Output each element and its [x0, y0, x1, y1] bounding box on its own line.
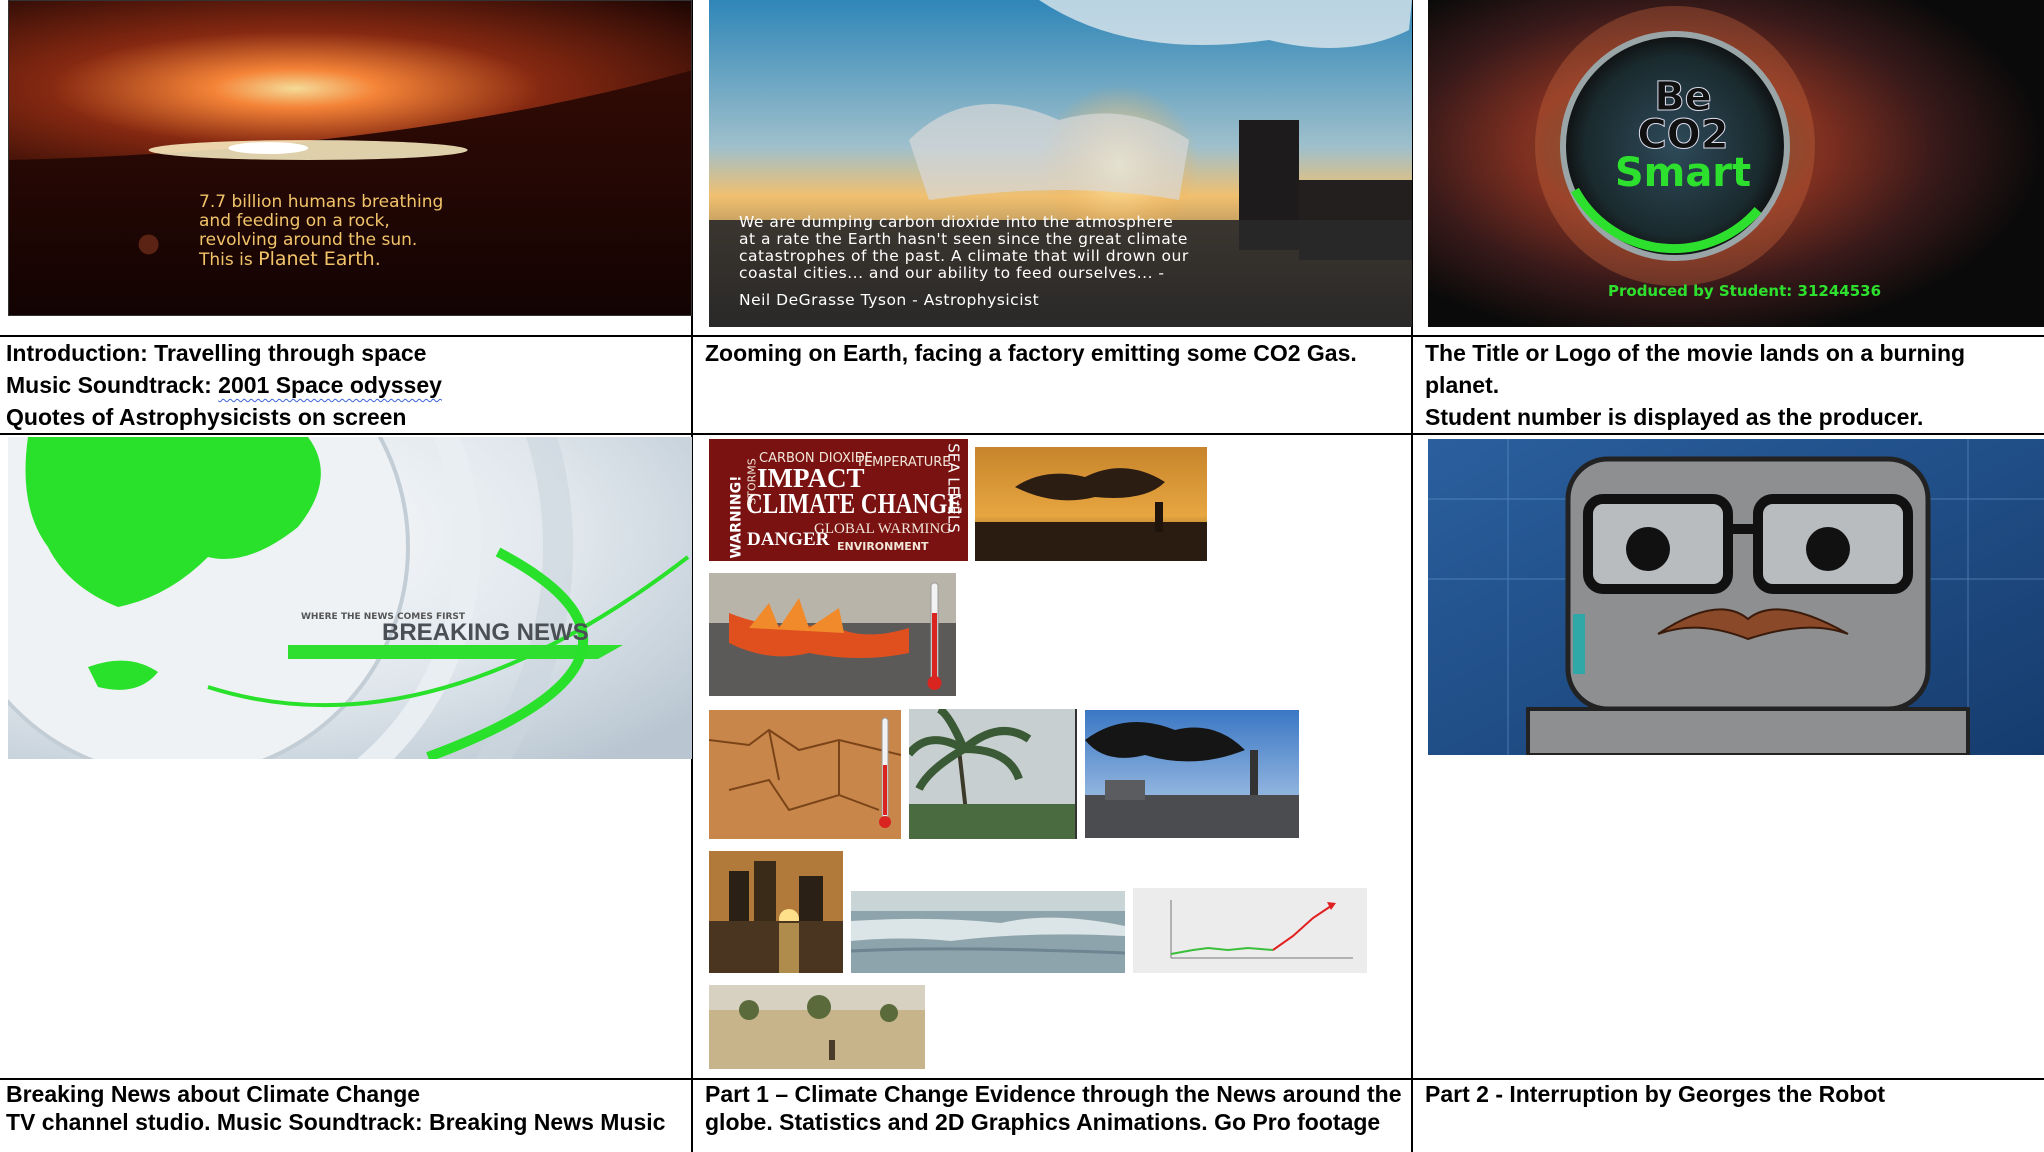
factory-quote-author: Neil DeGrasse Tyson - Astrophysicist — [739, 291, 1040, 309]
caption-line: TV channel studio. Music Soundtrack: Bre… — [6, 1109, 666, 1135]
sea-waves-image — [851, 891, 1125, 973]
statistics-chart-image — [1133, 888, 1367, 973]
wildfire-thermometer-image — [709, 573, 956, 696]
factory-quote: We are dumping carbon dioxide into the a… — [739, 214, 1189, 309]
factory-quote-line: at a rate the Earth hasn't seen since th… — [739, 230, 1188, 248]
breaking-news-frame: WHERE THE NEWS COMES FIRST BREAKING NEWS — [8, 437, 692, 759]
wordcloud-temperature: TEMPERATURE — [856, 455, 951, 470]
intro-overlay-text: 7.7 billion humans breathing and feeding… — [199, 193, 443, 270]
coal-plant-image — [1085, 710, 1299, 838]
logo-planet-frame: Be CO2 Smart Produced by Student: 312445… — [1428, 0, 2044, 327]
factory-sunset-frame: We are dumping carbon dioxide into the a… — [709, 0, 1412, 327]
logo-line-be: Be — [1654, 74, 1713, 120]
caption-line: Introduction: Travelling through space — [6, 340, 427, 366]
caption-part1: Part 1 – Climate Change Evidence through… — [705, 1080, 1402, 1136]
caption-line: Student number is displayed as the produ… — [1425, 404, 1924, 430]
caption-line: planet. — [1425, 372, 1500, 398]
wordcloud-environment: ENVIRONMENT — [837, 540, 929, 553]
caption-line-prefix: Music Soundtrack: — [6, 372, 219, 398]
caption-line: Zooming on Earth, facing a factory emitt… — [705, 340, 1357, 366]
wordcloud-global: GLOBAL WARMING — [814, 521, 952, 537]
wordcloud-storms: STORMS — [745, 458, 759, 505]
intro-overlay-line: 7.7 billion humans breathing — [199, 192, 444, 212]
industrial-smoke-image — [975, 447, 1207, 561]
cracked-earth-image — [709, 710, 901, 839]
wordcloud-warning: WARNING! — [728, 475, 745, 559]
caption-part2: Part 2 - Interruption by Georges the Rob… — [1425, 1080, 1885, 1108]
intro-overlay-line: and feeding on a rock, — [199, 211, 390, 231]
logo-text: Be CO2 Smart — [1608, 74, 1758, 196]
caption-intro: Introduction: Travelling through space M… — [6, 337, 442, 433]
caption-line: Breaking News about Climate Change — [6, 1081, 421, 1107]
caption-line: Quotes of Astrophysicists on screen — [6, 404, 407, 430]
wordcloud-danger: DANGER — [747, 529, 830, 550]
soundtrack-title: 2001 Space odyssey — [218, 372, 442, 398]
factory-quote-line: catastrophes of the past. A climate that… — [739, 247, 1189, 265]
logo-line-co2: CO2 — [1637, 112, 1729, 158]
caption-factory: Zooming on Earth, facing a factory emitt… — [705, 337, 1357, 369]
robot-georges-frame — [1428, 439, 2044, 755]
caption-line: Part 2 - Interruption by Georges the Rob… — [1425, 1081, 1886, 1107]
caption-line: globe. Statistics and 2D Graphics Animat… — [705, 1109, 1381, 1135]
producer-text: Produced by Student: 31244536 — [1608, 282, 1882, 300]
caption-line: The Title or Logo of the movie lands on … — [1425, 340, 1966, 366]
drought-village-image — [709, 985, 925, 1069]
wordcloud-climate: CLIMATE CHANGE — [746, 488, 963, 520]
factory-quote-line: coastal cities... and our ability to fee… — [739, 264, 1165, 282]
factory-quote-line: We are dumping carbon dioxide into the a… — [739, 213, 1174, 231]
intro-overlay-prefix: This is — [199, 250, 259, 270]
caption-breaking-news: Breaking News about Climate Change TV ch… — [6, 1080, 665, 1136]
news-big-text: BREAKING NEWS — [382, 619, 589, 646]
climate-wordcloud-image: CARBON DIOXIDE IMPACT TEMPERATURE CLIMAT… — [709, 439, 968, 561]
intro-space-frame: 7.7 billion humans breathing and feeding… — [8, 0, 692, 316]
wordcloud-sealevels: SEA LEVELS — [944, 443, 963, 533]
grid-line-h2 — [0, 433, 2044, 435]
logo-line-smart: Smart — [1614, 150, 1752, 196]
storm-palm-image — [909, 709, 1077, 839]
caption-line: Part 1 – Climate Change Evidence through… — [705, 1081, 1402, 1107]
caption-logo: The Title or Logo of the movie lands on … — [1425, 337, 1965, 433]
intro-overlay-emph: Planet Earth. — [258, 248, 381, 270]
flooded-city-image — [709, 851, 843, 973]
